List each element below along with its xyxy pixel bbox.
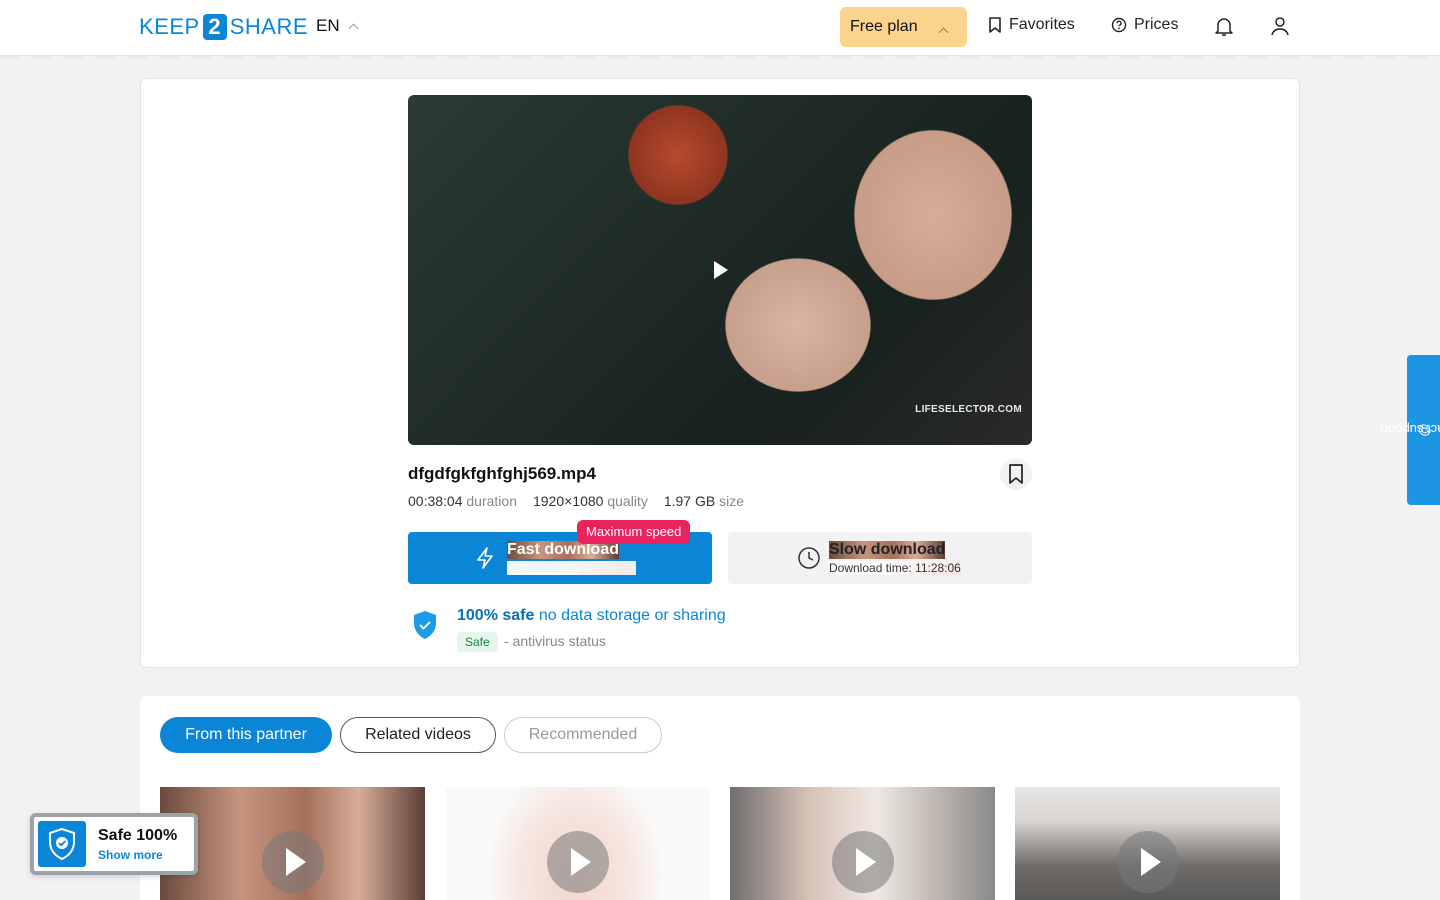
tab-related-videos[interactable]: Related videos	[340, 717, 496, 753]
logo-keep: KEEP	[139, 14, 200, 39]
clock-icon	[798, 547, 820, 569]
safety-text: no data storage or sharing	[534, 607, 726, 624]
chevron-up-icon	[348, 23, 359, 34]
contact-support-tab[interactable]: @ contact support	[1379, 355, 1440, 505]
video-thumbnail[interactable]	[160, 787, 425, 900]
antivirus-status: - antivirus status	[504, 633, 606, 649]
play-icon[interactable]	[262, 831, 324, 893]
chevron-up-icon	[938, 27, 949, 38]
prices-label: Prices	[1134, 16, 1179, 33]
free-plan-label: Free plan	[850, 18, 918, 35]
safety-strong: 100% safe	[457, 607, 535, 624]
duration-value: 00:38:04	[408, 493, 463, 509]
safe-widget[interactable]: Safe 100% Show more	[30, 813, 198, 875]
notifications-button[interactable]	[1212, 14, 1236, 38]
duration-label: duration	[466, 493, 517, 509]
help-circle-icon	[1111, 17, 1127, 33]
size-info: 1.97 GB size	[664, 493, 744, 509]
contact-support-text: contact support	[1379, 422, 1440, 438]
play-icon[interactable]	[714, 261, 728, 279]
prices-link[interactable]: Prices	[1111, 16, 1178, 34]
top-header: KEEP 2 SHARE EN Free plan Favorites Pric…	[0, 0, 1440, 59]
fast-download-time: Download time 00:06:53	[507, 561, 637, 575]
quality-label: quality	[607, 493, 648, 509]
language-label: EN	[316, 16, 340, 35]
favorites-link[interactable]: Favorites	[988, 16, 1075, 34]
account-button[interactable]	[1268, 14, 1292, 38]
add-to-favorites-button[interactable]	[1000, 458, 1032, 490]
slow-download-title: Slow download	[829, 541, 946, 559]
free-plan-button[interactable]: Free plan	[840, 7, 967, 47]
play-icon[interactable]	[547, 831, 609, 893]
duration-info: 00:38:04 duration	[408, 493, 517, 509]
size-value: 1.97 GB	[663, 493, 716, 509]
tab-recommended[interactable]: Recommended	[504, 717, 662, 753]
safe-widget-title: Safe 100%	[98, 827, 178, 844]
size-label: size	[719, 493, 744, 509]
video-watermark: LIFESELECTOR.COM	[915, 404, 1022, 415]
slow-download-button[interactable]: Slow download Download time: 11:28:06	[728, 532, 1032, 584]
safety-statement: 100% safe no data storage or sharing	[457, 607, 726, 625]
keep2share-logo[interactable]: KEEP 2 SHARE	[139, 14, 308, 40]
video-thumbnail[interactable]	[730, 787, 995, 900]
play-icon[interactable]	[1117, 831, 1179, 893]
tab-from-this-partner[interactable]: From this partner	[160, 717, 332, 753]
language-selector[interactable]: EN	[316, 16, 359, 36]
antivirus-badge: Safe	[457, 632, 498, 652]
shield-check-icon	[38, 821, 86, 867]
quality-info: 1920×1080 quality	[533, 493, 648, 509]
video-preview[interactable]: LIFESELECTOR.COM	[408, 95, 1032, 445]
safe-widget-show-more[interactable]: Show more	[98, 848, 163, 862]
slow-download-time: Download time: 11:28:06	[829, 561, 961, 575]
bookmark-icon	[1009, 464, 1023, 484]
quality-value: 1920×1080	[532, 493, 604, 509]
video-thumbnail[interactable]	[1015, 787, 1280, 900]
video-thumbnail[interactable]	[445, 787, 710, 900]
play-icon[interactable]	[832, 831, 894, 893]
logo-two: 2	[202, 14, 227, 40]
file-meta: 00:38:04 duration 1920×1080 quality 1.97…	[408, 493, 744, 509]
bell-icon	[1215, 18, 1233, 36]
user-icon	[1271, 17, 1289, 36]
lightning-icon	[477, 547, 493, 569]
contact-support-label: @ contact support	[1379, 423, 1440, 438]
favorites-label: Favorites	[1009, 16, 1075, 33]
maximum-speed-badge: Maximum speed	[577, 520, 691, 544]
bookmark-icon	[989, 17, 1001, 33]
shield-check-icon	[414, 611, 436, 639]
file-name: dfgdfgkfghfghj569.mp4	[408, 464, 596, 483]
logo-share: SHARE	[229, 14, 308, 39]
